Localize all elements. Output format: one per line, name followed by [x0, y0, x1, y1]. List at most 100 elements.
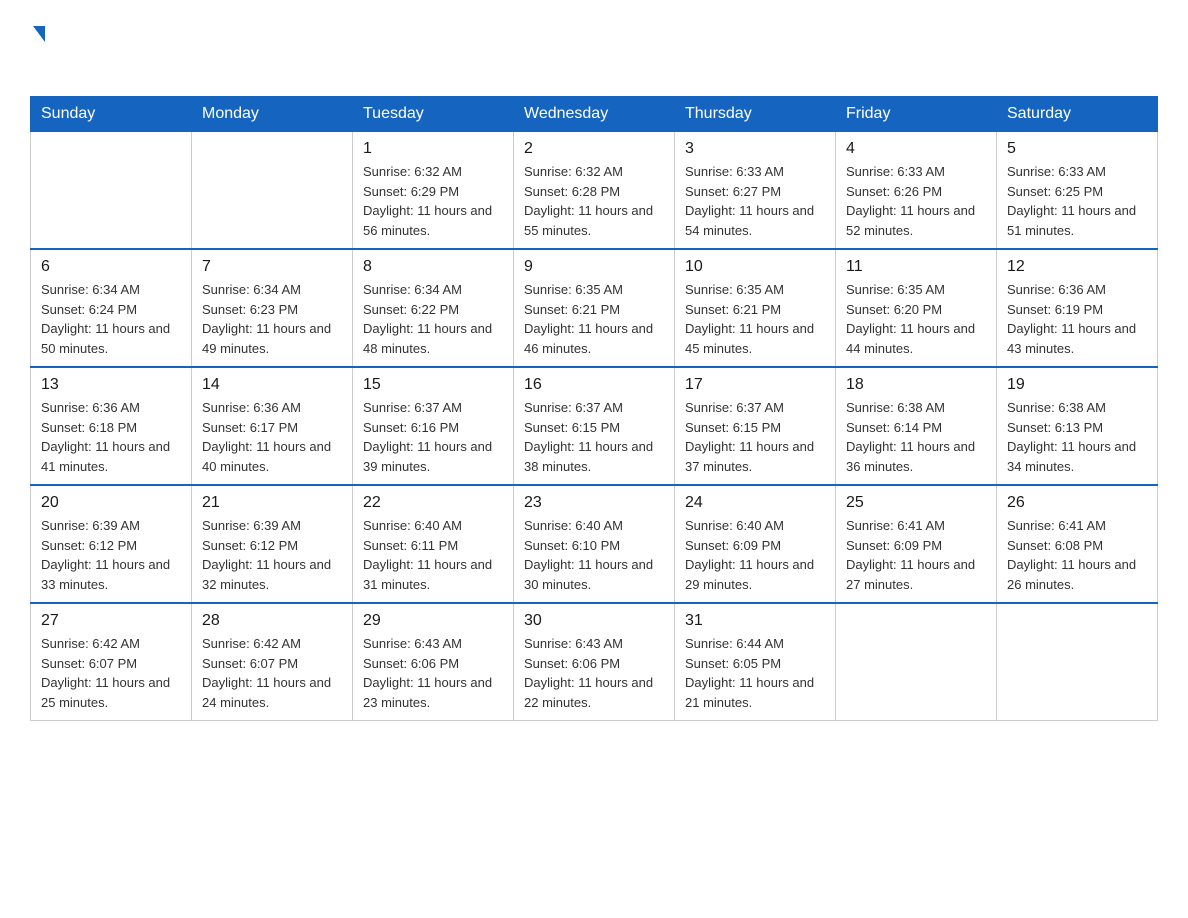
calendar-cell: 15Sunrise: 6:37 AMSunset: 6:16 PMDayligh…	[353, 367, 514, 485]
day-number: 14	[202, 376, 342, 394]
day-number: 6	[41, 258, 181, 276]
calendar-cell: 7 Sunrise: 6:34 AMSunset: 6:23 PMDaylight…	[192, 249, 353, 367]
day-number: 22	[363, 494, 503, 512]
calendar-week-row: 13 Sunrise: 6:36 AMSunset: 6:18 PMDayligh…	[31, 367, 1158, 485]
day-info: Sunrise: 6:34 AMSunset: 6:23 PMDaylight:…	[202, 280, 342, 358]
day-info: Sunrise: 6:33 AMSunset: 6:25 PMDaylight:…	[1007, 162, 1147, 240]
weekday-header-thursday: Thursday	[675, 97, 836, 132]
day-info: Sunrise: 6:37 AMSunset: 6:15 PMDaylight:…	[524, 398, 664, 476]
calendar-cell: 12 Sunrise: 6:36 AMSunset: 6:19 PMDayligh…	[997, 249, 1158, 367]
day-number: 5	[1007, 140, 1147, 158]
day-info: Sunrise: 6:37 AMSunset: 6:15 PMDaylight:…	[685, 398, 825, 476]
calendar-cell: 19Sunrise: 6:38 AMSunset: 6:13 PMDayligh…	[997, 367, 1158, 485]
day-number: 17	[685, 376, 825, 394]
day-info: Sunrise: 6:41 AMSunset: 6:08 PMDaylight:…	[1007, 516, 1147, 594]
calendar-cell: 9 Sunrise: 6:35 AMSunset: 6:21 PMDaylight…	[514, 249, 675, 367]
day-info: Sunrise: 6:40 AMSunset: 6:11 PMDaylight:…	[363, 516, 503, 594]
calendar-cell: 20 Sunrise: 6:39 AMSunset: 6:12 PMDayligh…	[31, 485, 192, 603]
calendar-cell: 31 Sunrise: 6:44 AMSunset: 6:05 PMDayligh…	[675, 603, 836, 721]
calendar-cell: 6Sunrise: 6:34 AMSunset: 6:24 PMDaylight…	[31, 249, 192, 367]
calendar-cell: 30 Sunrise: 6:43 AMSunset: 6:06 PMDayligh…	[514, 603, 675, 721]
day-number: 12	[1007, 258, 1147, 276]
calendar-cell	[192, 132, 353, 250]
day-info: Sunrise: 6:42 AMSunset: 6:07 PMDaylight:…	[41, 634, 181, 712]
day-number: 31	[685, 612, 825, 630]
day-info: Sunrise: 6:38 AMSunset: 6:13 PMDaylight:…	[1007, 398, 1147, 476]
calendar-cell: 24Sunrise: 6:40 AMSunset: 6:09 PMDayligh…	[675, 485, 836, 603]
calendar-header-row: SundayMondayTuesdayWednesdayThursdayFrid…	[31, 97, 1158, 132]
day-number: 26	[1007, 494, 1147, 512]
day-info: Sunrise: 6:43 AMSunset: 6:06 PMDaylight:…	[524, 634, 664, 712]
calendar-cell: 11 Sunrise: 6:35 AMSunset: 6:20 PMDayligh…	[836, 249, 997, 367]
calendar-cell: 25 Sunrise: 6:41 AMSunset: 6:09 PMDayligh…	[836, 485, 997, 603]
day-number: 1	[363, 140, 503, 158]
day-number: 13	[41, 376, 181, 394]
day-info: Sunrise: 6:44 AMSunset: 6:05 PMDaylight:…	[685, 634, 825, 712]
calendar-cell: 22 Sunrise: 6:40 AMSunset: 6:11 PMDayligh…	[353, 485, 514, 603]
day-info: Sunrise: 6:37 AMSunset: 6:16 PMDaylight:…	[363, 398, 503, 476]
day-info: Sunrise: 6:40 AMSunset: 6:09 PMDaylight:…	[685, 516, 825, 594]
day-info: Sunrise: 6:32 AMSunset: 6:29 PMDaylight:…	[363, 162, 503, 240]
calendar-week-row: 20 Sunrise: 6:39 AMSunset: 6:12 PMDayligh…	[31, 485, 1158, 603]
day-number: 16	[524, 376, 664, 394]
day-number: 11	[846, 258, 986, 276]
day-number: 3	[685, 140, 825, 158]
calendar-cell: 14 Sunrise: 6:36 AMSunset: 6:17 PMDayligh…	[192, 367, 353, 485]
day-info: Sunrise: 6:33 AMSunset: 6:27 PMDaylight:…	[685, 162, 825, 240]
calendar-cell: 13 Sunrise: 6:36 AMSunset: 6:18 PMDayligh…	[31, 367, 192, 485]
calendar-cell: 18Sunrise: 6:38 AMSunset: 6:14 PMDayligh…	[836, 367, 997, 485]
calendar-cell: 29 Sunrise: 6:43 AMSunset: 6:06 PMDayligh…	[353, 603, 514, 721]
calendar-cell: 1 Sunrise: 6:32 AMSunset: 6:29 PMDaylight…	[353, 132, 514, 250]
day-number: 21	[202, 494, 342, 512]
calendar-cell: 2 Sunrise: 6:32 AMSunset: 6:28 PMDaylight…	[514, 132, 675, 250]
day-info: Sunrise: 6:39 AMSunset: 6:12 PMDaylight:…	[202, 516, 342, 594]
page-header	[30, 20, 1158, 76]
calendar-cell: 26 Sunrise: 6:41 AMSunset: 6:08 PMDayligh…	[997, 485, 1158, 603]
logo	[30, 20, 45, 76]
day-info: Sunrise: 6:32 AMSunset: 6:28 PMDaylight:…	[524, 162, 664, 240]
day-number: 2	[524, 140, 664, 158]
calendar-cell: 16 Sunrise: 6:37 AMSunset: 6:15 PMDayligh…	[514, 367, 675, 485]
day-info: Sunrise: 6:33 AMSunset: 6:26 PMDaylight:…	[846, 162, 986, 240]
calendar-cell: 17 Sunrise: 6:37 AMSunset: 6:15 PMDayligh…	[675, 367, 836, 485]
day-number: 29	[363, 612, 503, 630]
day-number: 28	[202, 612, 342, 630]
calendar-table: SundayMondayTuesdayWednesdayThursdayFrid…	[30, 96, 1158, 721]
day-info: Sunrise: 6:36 AMSunset: 6:18 PMDaylight:…	[41, 398, 181, 476]
day-info: Sunrise: 6:34 AMSunset: 6:22 PMDaylight:…	[363, 280, 503, 358]
weekday-header-tuesday: Tuesday	[353, 97, 514, 132]
day-info: Sunrise: 6:35 AMSunset: 6:20 PMDaylight:…	[846, 280, 986, 358]
day-info: Sunrise: 6:39 AMSunset: 6:12 PMDaylight:…	[41, 516, 181, 594]
day-number: 30	[524, 612, 664, 630]
day-number: 27	[41, 612, 181, 630]
calendar-cell: 10Sunrise: 6:35 AMSunset: 6:21 PMDayligh…	[675, 249, 836, 367]
day-info: Sunrise: 6:40 AMSunset: 6:10 PMDaylight:…	[524, 516, 664, 594]
calendar-cell: 4Sunrise: 6:33 AMSunset: 6:26 PMDaylight…	[836, 132, 997, 250]
day-info: Sunrise: 6:35 AMSunset: 6:21 PMDaylight:…	[524, 280, 664, 358]
logo-arrow-icon	[33, 26, 45, 42]
day-info: Sunrise: 6:41 AMSunset: 6:09 PMDaylight:…	[846, 516, 986, 594]
day-number: 18	[846, 376, 986, 394]
day-number: 7	[202, 258, 342, 276]
weekday-header-wednesday: Wednesday	[514, 97, 675, 132]
day-number: 8	[363, 258, 503, 276]
weekday-header-sunday: Sunday	[31, 97, 192, 132]
day-info: Sunrise: 6:36 AMSunset: 6:19 PMDaylight:…	[1007, 280, 1147, 358]
day-number: 25	[846, 494, 986, 512]
day-number: 23	[524, 494, 664, 512]
calendar-cell: 27 Sunrise: 6:42 AMSunset: 6:07 PMDayligh…	[31, 603, 192, 721]
calendar-week-row: 27 Sunrise: 6:42 AMSunset: 6:07 PMDayligh…	[31, 603, 1158, 721]
day-number: 9	[524, 258, 664, 276]
calendar-week-row: 6Sunrise: 6:34 AMSunset: 6:24 PMDaylight…	[31, 249, 1158, 367]
day-number: 20	[41, 494, 181, 512]
day-info: Sunrise: 6:42 AMSunset: 6:07 PMDaylight:…	[202, 634, 342, 712]
weekday-header-friday: Friday	[836, 97, 997, 132]
day-number: 10	[685, 258, 825, 276]
calendar-cell: 21 Sunrise: 6:39 AMSunset: 6:12 PMDayligh…	[192, 485, 353, 603]
calendar-cell: 8 Sunrise: 6:34 AMSunset: 6:22 PMDaylight…	[353, 249, 514, 367]
calendar-cell	[31, 132, 192, 250]
day-info: Sunrise: 6:36 AMSunset: 6:17 PMDaylight:…	[202, 398, 342, 476]
weekday-header-saturday: Saturday	[997, 97, 1158, 132]
calendar-week-row: 1 Sunrise: 6:32 AMSunset: 6:29 PMDaylight…	[31, 132, 1158, 250]
day-info: Sunrise: 6:43 AMSunset: 6:06 PMDaylight:…	[363, 634, 503, 712]
